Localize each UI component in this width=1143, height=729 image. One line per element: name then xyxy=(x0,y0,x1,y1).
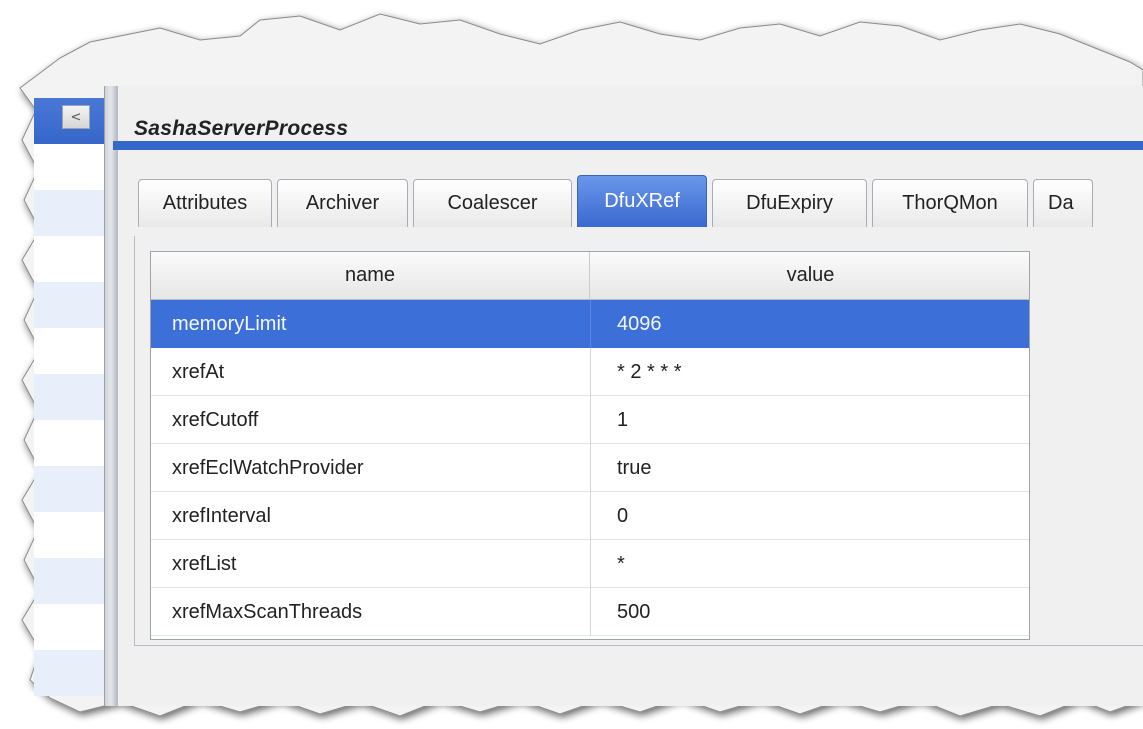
tab-strip-underline xyxy=(113,141,1143,150)
table-row[interactable]: xrefList * xyxy=(151,540,1029,588)
table-row[interactable]: xrefCutoff 1 xyxy=(151,396,1029,444)
left-panel-row xyxy=(34,190,104,236)
tab-dfuexpiry[interactable]: DfuExpiry xyxy=(712,179,867,227)
column-header-name[interactable]: name xyxy=(151,252,590,300)
left-collapsed-panel: < xyxy=(34,98,104,698)
row-name-cell: xrefList xyxy=(172,552,237,575)
row-value-cell[interactable]: true xyxy=(617,444,651,492)
left-panel-row xyxy=(34,604,104,650)
tab-coalescer[interactable]: Coalescer xyxy=(413,179,572,227)
table-row[interactable]: xrefInterval 0 xyxy=(151,492,1029,540)
tab-thorqmon[interactable]: ThorQMon xyxy=(872,179,1028,227)
row-value-cell[interactable]: 1 xyxy=(617,396,628,444)
row-value-cell[interactable]: 0 xyxy=(617,492,628,540)
property-grid: name value memoryLimit 4096 xrefAt * 2 *… xyxy=(150,251,1030,640)
table-row[interactable]: xrefAt * 2 * * * xyxy=(151,348,1029,396)
chevron-left-icon[interactable]: < xyxy=(62,105,90,129)
row-value-cell[interactable]: 4096 xyxy=(617,300,662,348)
left-panel-row xyxy=(34,328,104,374)
row-value-cell[interactable]: 500 xyxy=(617,588,650,636)
left-panel-row xyxy=(34,512,104,558)
tab-dfuxref[interactable]: DfuXRef xyxy=(577,175,707,227)
tab-attributes[interactable]: Attributes xyxy=(138,179,272,227)
row-value-cell[interactable]: * 2 * * * xyxy=(617,348,681,396)
tab-archiver[interactable]: Archiver xyxy=(277,179,408,227)
left-panel-row xyxy=(34,466,104,512)
table-row[interactable]: xrefMaxScanThreads 500 xyxy=(151,588,1029,636)
row-name-cell: xrefCutoff xyxy=(172,408,259,431)
left-panel-row xyxy=(34,650,104,696)
row-name-cell: xrefMaxScanThreads xyxy=(172,600,363,623)
row-name-cell: xrefEclWatchProvider xyxy=(172,456,364,479)
table-row[interactable]: xrefEclWatchProvider true xyxy=(151,444,1029,492)
left-panel-row xyxy=(34,144,104,190)
row-value-cell[interactable]: * xyxy=(617,540,625,588)
left-panel-header: < xyxy=(34,98,104,144)
table-row[interactable]: memoryLimit 4096 xyxy=(151,300,1029,348)
row-name-cell: xrefInterval xyxy=(172,504,271,527)
left-panel-row xyxy=(34,236,104,282)
row-name-cell: memoryLimit xyxy=(172,312,287,335)
tab-da[interactable]: Da xyxy=(1033,179,1093,227)
left-panel-row xyxy=(34,374,104,420)
left-panel-row xyxy=(34,558,104,604)
left-panel-row xyxy=(34,420,104,466)
left-panel-row xyxy=(34,282,104,328)
column-header-value[interactable]: value xyxy=(590,252,1029,300)
row-name-cell: xrefAt xyxy=(172,360,225,383)
page-title: SashaServerProcess xyxy=(134,117,349,140)
panel-splitter[interactable] xyxy=(104,86,117,706)
